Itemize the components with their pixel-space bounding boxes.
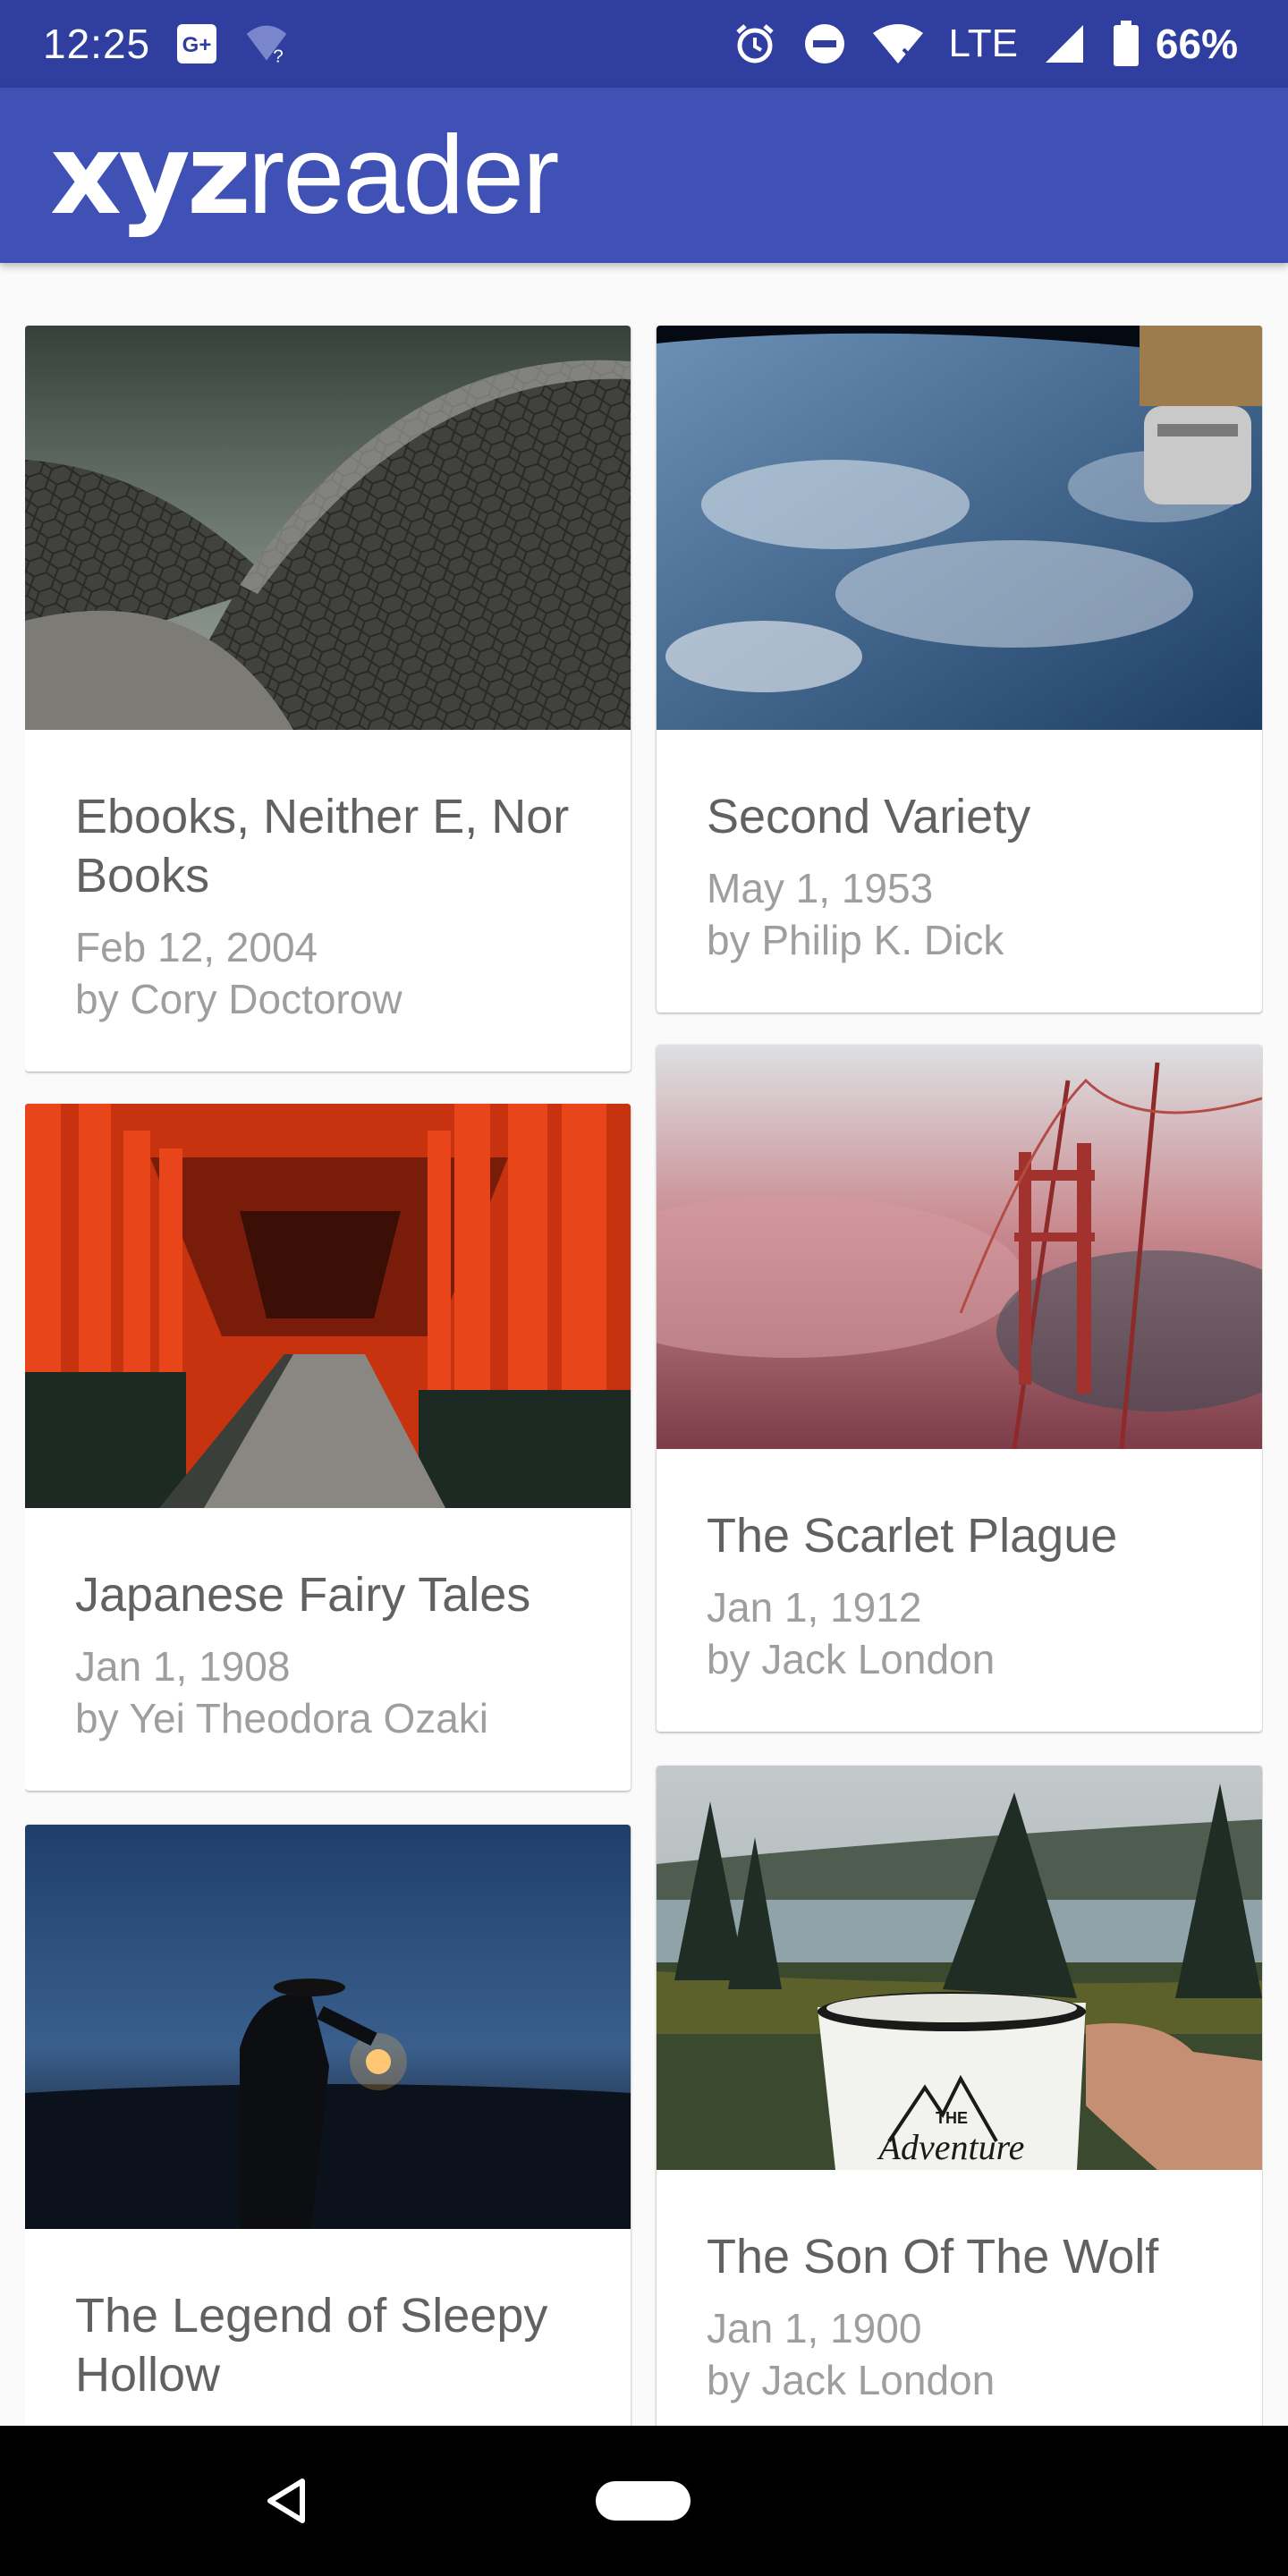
status-bar: 12:25 G+ ? LTE 66% [0,0,1288,88]
mug-text-script: Adventure [877,2127,1025,2167]
mug-text-small: THE [936,2109,968,2127]
home-pill-icon[interactable] [596,2481,691,2521]
back-icon[interactable] [263,2476,309,2526]
article-author: by Jack London [707,1636,996,1682]
article-title: The Son Of The Wolf [707,2230,1159,2284]
signal-icon [1041,21,1088,67]
article-thumbnail [25,326,631,730]
article-thumbnail: THE Adventure [657,1766,1262,2170]
svg-text:?: ? [274,47,284,66]
article-thumbnail [25,1104,631,1508]
google-plus-icon: G+ [174,21,220,67]
battery-percent: 66% [1155,21,1238,67]
article-date: Jan 1, 1912 [707,1584,922,1631]
alarm-icon [732,21,778,67]
article-date: Feb 12, 2004 [75,924,318,970]
app-logo: xyzreader [50,120,559,231]
article-thumbnail [657,1045,1262,1449]
wifi-icon [871,21,925,67]
article-author: by Cory Doctorow [75,976,402,1022]
network-type: LTE [948,21,1018,65]
article-thumbnail [657,326,1262,730]
article-card[interactable]: THE Adventure The Son Of The Wolf Jan 1,… [657,1766,1262,2426]
app-bar: xyzreader [0,88,1288,263]
article-author: by Philip K. Dick [707,917,1004,963]
article-card[interactable]: Ebooks, Neither E, Nor Books Feb 12, 200… [25,326,631,1072]
article-thumbnail [25,1825,631,2229]
svg-text:G+: G+ [182,33,212,57]
system-nav-bar [0,2426,1288,2576]
wifi-question-icon: ? [243,21,290,67]
article-grid[interactable]: Ebooks, Neither E, Nor Books Feb 12, 200… [25,326,1263,2426]
article-card[interactable]: The Scarlet Plague Jan 1, 1912 by Jack L… [657,1045,1262,1732]
logo-light: reader [247,114,559,237]
article-title: The Scarlet Plague [707,1509,1118,1563]
article-date: May 1, 1953 [707,865,934,911]
do-not-disturb-icon [801,21,848,67]
status-time: 12:25 [43,21,151,67]
battery-icon [1111,21,1141,67]
article-title: The Legend of Sleepy Hollow [75,2289,548,2402]
article-title: Ebooks, Neither E, Nor Books [75,790,570,902]
article-card[interactable]: Japanese Fairy Tales Jan 1, 1908 by Yei … [25,1104,631,1791]
article-date: Jan 1, 1900 [707,2305,922,2351]
article-title: Japanese Fairy Tales [75,1568,531,1622]
logo-bold: xyz [50,111,251,240]
article-author: by Jack London [707,2357,996,2403]
article-author: by Yei Theodora Ozaki [75,1695,489,1741]
article-date: Jan 1, 1908 [75,1643,291,1690]
article-title: Second Variety [707,790,1031,843]
article-card[interactable]: Second Variety May 1, 1953 by Philip K. … [657,326,1262,1013]
article-card[interactable]: The Legend of Sleepy Hollow [25,1825,631,2426]
